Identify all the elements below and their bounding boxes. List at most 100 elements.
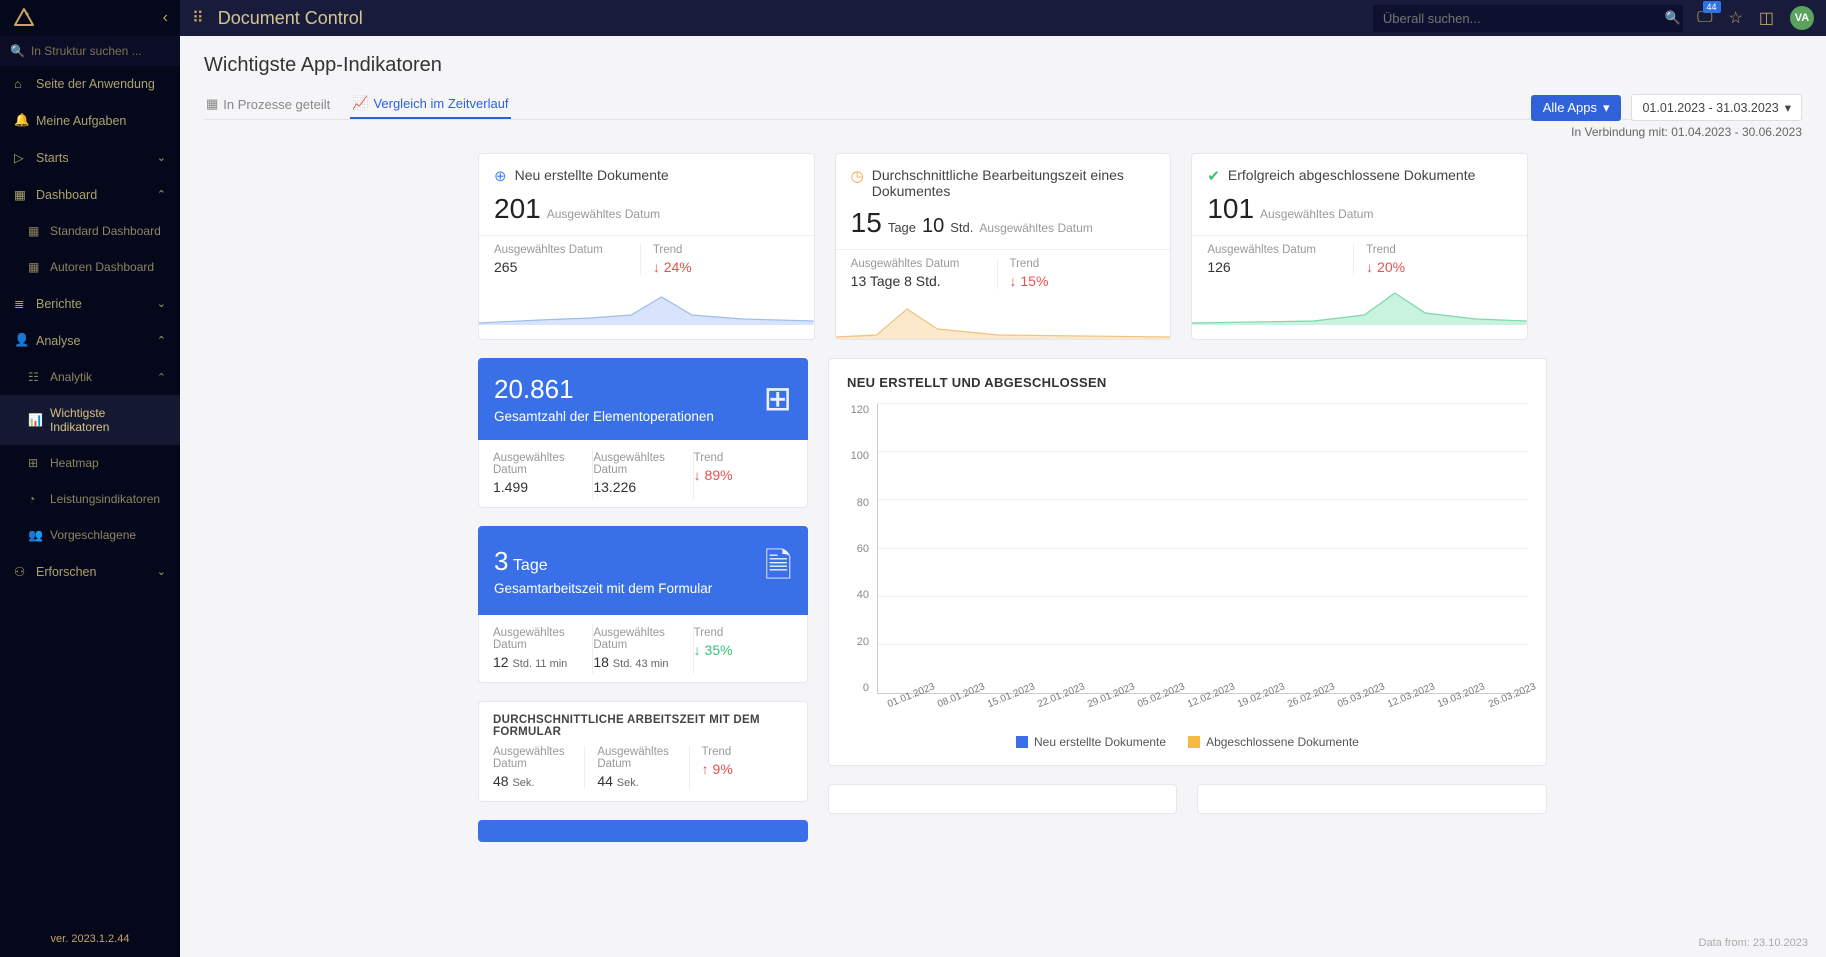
tree-icon: ⚇ — [14, 564, 28, 579]
kpi-card-avg-time: ◷Durchschnittliche Bearbeitungszeit eine… — [835, 153, 1172, 340]
nav-author-dashboard[interactable]: ▦Autoren Dashboard — [0, 249, 180, 285]
nav-starts[interactable]: ▷Starts⌄ — [0, 139, 180, 176]
all-apps-button[interactable]: Alle Apps ▾ — [1531, 95, 1622, 121]
document-icon: 🗎 — [765, 542, 792, 599]
sidebar: ‹ 🔍 In Struktur suchen ... ⌂Seite der An… — [0, 0, 180, 957]
chart-title: NEU ERSTELLT UND ABGESCHLOSSEN — [847, 375, 1528, 390]
kpi-title: Gesamtzahl der Elementoperationen — [494, 409, 714, 424]
home-icon: ⌂ — [14, 77, 28, 91]
nav-key-indicators[interactable]: 📊Wichtigste Indikatoren — [0, 395, 180, 445]
dash-icon: ▦ — [28, 260, 42, 274]
kpi-trend: ↓ 15% — [1010, 273, 1156, 289]
nav-my-tasks[interactable]: 🔔Meine Aufgaben — [0, 102, 180, 139]
nav-analysis[interactable]: 👤Analyse⌃ — [0, 322, 180, 359]
kpi-value: 201 — [494, 193, 541, 225]
chart-plot-area — [877, 404, 1528, 694]
panels-icon[interactable]: ◫ — [1759, 8, 1774, 28]
chevron-up-icon: ⌃ — [157, 371, 166, 384]
apps-grid-icon[interactable]: ⠿ — [192, 8, 204, 28]
kpi-card-total-ops: 20.861Gesamtzahl der Elementoperationen … — [478, 358, 808, 508]
dashboard-icon: ▦ — [14, 187, 28, 202]
notif-badge: 44 — [1703, 1, 1721, 13]
user-avatar[interactable]: VA — [1790, 6, 1814, 30]
kpi-title: Neu erstellte Dokumente — [515, 167, 669, 183]
kpi-value: 101 — [1207, 193, 1254, 225]
structure-search-label: In Struktur suchen ... — [31, 44, 142, 58]
sparkline — [1192, 285, 1527, 325]
bell-icon: 🔔 — [14, 113, 28, 128]
clock-icon: ◷ — [851, 167, 864, 185]
kpi-card-done: ✔ Erfolgreich abgeschlossene Dokumente 10… — [1191, 153, 1528, 340]
global-search-input[interactable] — [1373, 5, 1683, 32]
plus-circle-icon: ⊕ — [494, 167, 507, 185]
date-range-picker[interactable]: 01.01.2023 - 31.03.2023 ▾ — [1631, 94, 1802, 121]
kpi-prev: 265 — [494, 259, 640, 275]
kpi-title: Gesamtarbeitszeit mit dem Formular — [494, 581, 712, 596]
nav-performance[interactable]: ◔Leistungsindikatoren — [0, 481, 180, 517]
collapse-sidebar-icon[interactable]: ‹ — [163, 9, 168, 27]
version-label: ver. 2023.1.2.44 — [0, 921, 180, 957]
legend-swatch — [1016, 736, 1028, 748]
caret-down-icon: ▾ — [1603, 100, 1610, 116]
legend-swatch — [1188, 736, 1200, 748]
people-icon: 👥 — [28, 528, 42, 542]
dash-icon: ▦ — [28, 224, 42, 238]
topbar: ⠿ Document Control 🔍 🖵44 ☆ ◫ VA — [180, 0, 1826, 36]
nav-analytics[interactable]: ☷Analytik⌃ — [0, 359, 180, 395]
kpi-trend: ↓ 20% — [1366, 259, 1512, 275]
page-title: Wichtigste App-Indikatoren — [204, 54, 1802, 77]
kpi-title: Erfolgreich abgeschlossene Dokumente — [1228, 167, 1475, 183]
data-from-label: Data from: 23.10.2023 — [1699, 937, 1808, 949]
chart-new-and-done: NEU ERSTELLT UND ABGESCHLOSSEN 120100806… — [828, 358, 1547, 766]
notifications-icon[interactable]: 🖵44 — [1697, 9, 1712, 27]
gauge-icon: ◔ — [28, 492, 42, 506]
comparison-label: In Verbindung mit: 01.04.2023 - 30.06.20… — [204, 125, 1802, 139]
chevron-up-icon: ⌃ — [157, 334, 166, 347]
chart-legend: Neu erstellte Dokumente Abgeschlossene D… — [847, 735, 1528, 749]
caret-down-icon: ▾ — [1785, 100, 1791, 115]
check-circle-icon: ✔ — [1207, 167, 1220, 185]
kpi-trend: ↑ 9% — [702, 761, 793, 777]
play-icon: ▷ — [14, 150, 28, 165]
kpi-trend: ↓ 89% — [694, 467, 793, 483]
search-icon: 🔍 — [10, 44, 25, 58]
kpi-trend: ↓ 24% — [653, 259, 799, 275]
person-icon: 👤 — [14, 333, 28, 348]
tab-by-process[interactable]: ▦In Prozesse geteilt — [204, 89, 332, 119]
sparkline — [836, 299, 1171, 339]
kpi-card-partial — [478, 820, 808, 842]
kpi-card-new-docs: ⊕Neu erstellte Dokumente 201Ausgewähltes… — [478, 153, 815, 340]
chevron-down-icon: ⌄ — [157, 297, 166, 310]
logo-icon — [12, 7, 36, 29]
nav-suggested[interactable]: 👥Vorgeschlagene — [0, 517, 180, 553]
list-icon: ≣ — [14, 296, 28, 311]
nav-standard-dashboard[interactable]: ▦Standard Dashboard — [0, 213, 180, 249]
chevron-down-icon: ⌄ — [157, 565, 166, 578]
nav-reports[interactable]: ≣Berichte⌄ — [0, 285, 180, 322]
kpi-card-avg-work: DURCHSCHNITTLICHE ARBEITSZEIT MIT DEM FO… — [478, 701, 808, 802]
tab-compare-time[interactable]: 📈Vergleich im Zeitverlauf — [350, 89, 510, 119]
star-icon[interactable]: ☆ — [1729, 8, 1743, 28]
nav-heatmap[interactable]: ⊞Heatmap — [0, 445, 180, 481]
structure-search[interactable]: 🔍 In Struktur suchen ... — [0, 36, 180, 66]
heatmap-icon: ⊞ — [28, 456, 42, 470]
card-partial-2 — [1197, 784, 1546, 814]
search-icon[interactable]: 🔍 — [1665, 10, 1681, 26]
chart-x-axis: 01.01.202308.01.202315.01.202322.01.2023… — [877, 700, 1528, 711]
grid-icon: ⊞ — [764, 379, 793, 419]
app-title: Document Control — [218, 8, 363, 29]
chevron-down-icon: ⌄ — [157, 151, 166, 164]
line-chart-icon: 📈 — [352, 95, 368, 111]
kpi-trend: ↓ 35% — [694, 642, 793, 658]
nav-explore[interactable]: ⚇Erforschen⌄ — [0, 553, 180, 590]
analytics-icon: ☷ — [28, 370, 42, 384]
kpi-prev: 126 — [1207, 259, 1353, 275]
table-icon: ▦ — [206, 96, 218, 112]
nav-app-page[interactable]: ⌂Seite der Anwendung — [0, 66, 180, 102]
nav-dashboard[interactable]: ▦Dashboard⌃ — [0, 176, 180, 213]
kpi-card-work-time: 3 TageGesamtarbeitszeit mit dem Formular… — [478, 526, 808, 683]
card-partial-1 — [828, 784, 1177, 814]
kpi-prev: 13 Tage 8 Std. — [851, 273, 997, 289]
chart-y-axis: 120100806040200 — [847, 404, 877, 694]
sparkline — [479, 285, 814, 325]
